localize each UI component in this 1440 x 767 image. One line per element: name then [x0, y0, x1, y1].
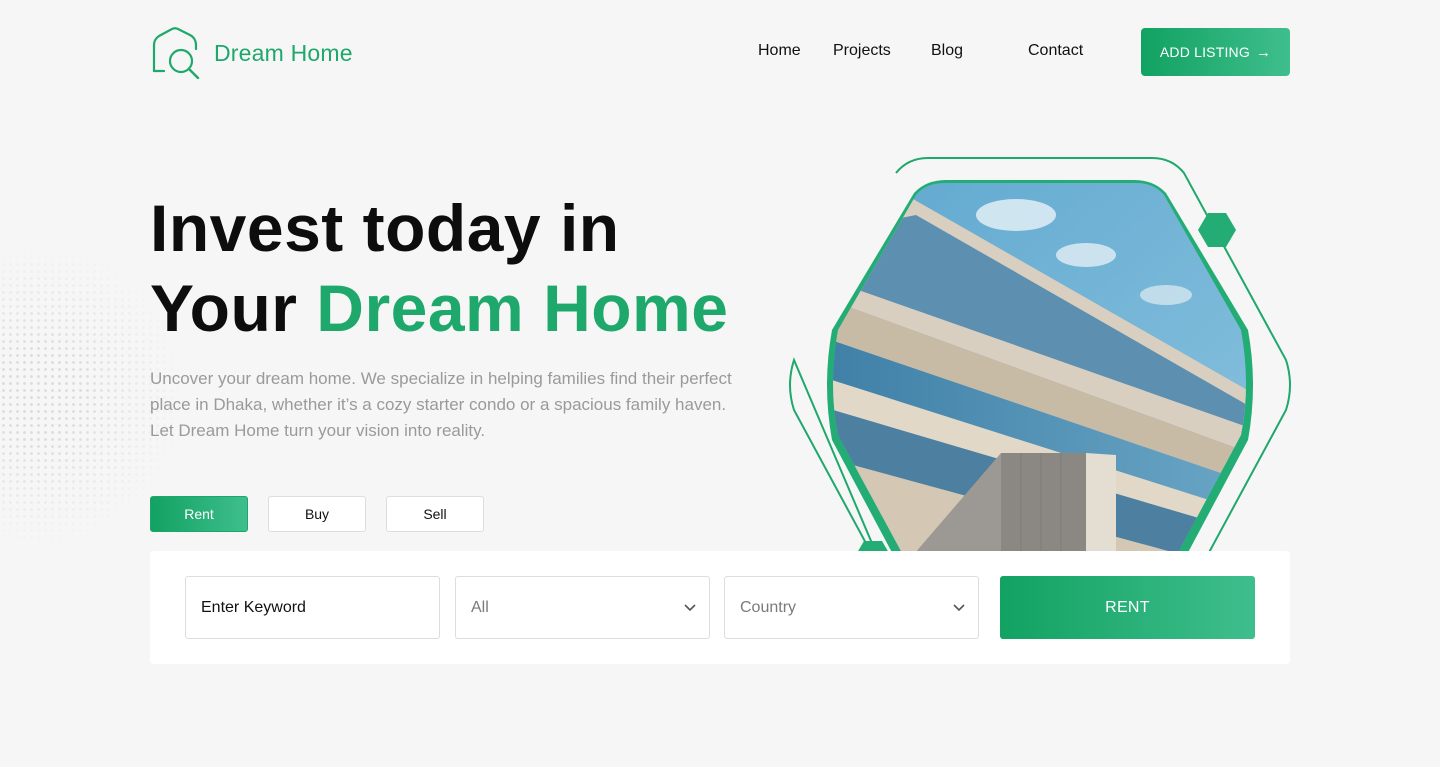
chevron-down-icon [953, 604, 965, 612]
hero-title-line2: Your Dream Home [150, 268, 810, 348]
hero-title-highlight: Dream Home [316, 271, 729, 345]
chevron-down-icon [684, 604, 696, 612]
arrow-right-icon: → [1255, 43, 1272, 61]
add-listing-label: ADD LISTING [1159, 44, 1250, 60]
hero-title-prefix: Your [150, 271, 298, 345]
hex-accent-top [1198, 213, 1236, 247]
house-search-icon [152, 27, 200, 79]
rent-search-button[interactable]: RENT [1000, 576, 1255, 639]
tab-sell[interactable]: Sell [386, 496, 484, 532]
nav-item-home[interactable]: Home [758, 42, 801, 60]
keyword-input[interactable]: Enter Keyword [185, 576, 440, 639]
add-listing-button[interactable]: ADD LISTING → [1141, 28, 1290, 76]
type-select-value: All [471, 598, 489, 616]
brand-logo[interactable]: Dream Home [150, 27, 353, 79]
hero-image [786, 155, 1294, 551]
country-select[interactable]: Country [724, 576, 979, 639]
tab-rent[interactable]: Rent [150, 496, 248, 532]
search-panel: Enter Keyword All Country RENT [150, 551, 1290, 664]
country-select-value: Country [740, 598, 797, 616]
brand-name: Dream Home [214, 39, 353, 66]
hero-title: Invest today in Your Dream Home [150, 188, 810, 348]
nav-item-contact[interactable]: Contact [1028, 42, 1083, 60]
nav-item-projects[interactable]: Projects [833, 42, 891, 60]
type-select[interactable]: All [455, 576, 710, 639]
hero-title-line1: Invest today in [150, 191, 620, 265]
nav-item-blog[interactable]: Blog [931, 42, 963, 60]
tab-buy[interactable]: Buy [268, 496, 366, 532]
hex-accent-bottom [858, 541, 888, 551]
hero-description: Uncover your dream home. We specialize i… [150, 369, 732, 440]
